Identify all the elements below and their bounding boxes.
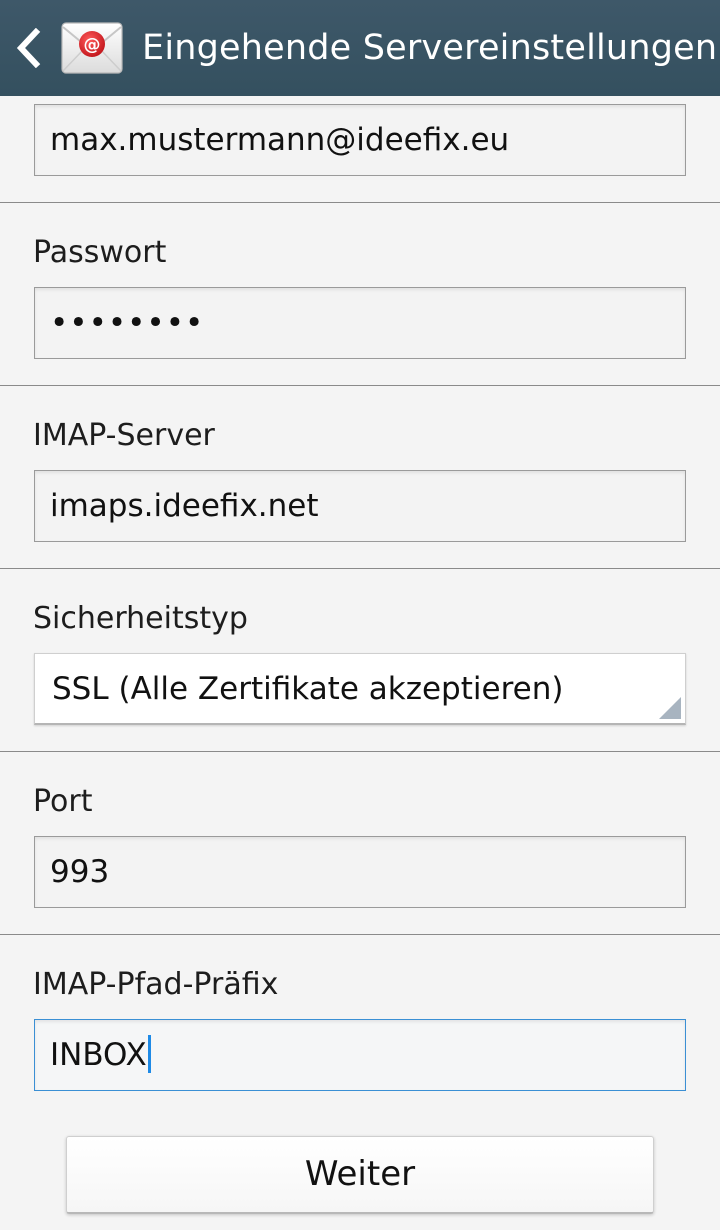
username-field[interactable]: max.mustermann@ideefix.eu xyxy=(34,104,686,176)
button-bar: Weiter xyxy=(0,1117,720,1230)
chevron-left-icon[interactable] xyxy=(14,28,42,68)
security-type-value: SSL (Alle Zertifikate akzeptieren) xyxy=(52,671,564,707)
action-bar: @ Eingehende Servereinstellungen xyxy=(0,0,720,96)
svg-text:@: @ xyxy=(84,35,101,55)
imap-prefix-value: INBOX xyxy=(50,1037,147,1073)
email-app-icon[interactable]: @ xyxy=(60,19,124,77)
imap-prefix-label: IMAP-Pfad-Präfix xyxy=(33,967,279,1002)
divider xyxy=(0,385,720,386)
password-label: Passwort xyxy=(33,235,167,270)
divider xyxy=(0,751,720,752)
divider xyxy=(0,568,720,569)
text-caret xyxy=(147,1034,151,1073)
next-button[interactable]: Weiter xyxy=(66,1136,654,1214)
imap-prefix-field[interactable]: INBOX xyxy=(34,1019,686,1091)
divider xyxy=(0,202,720,203)
password-field[interactable]: •••••••• xyxy=(34,287,686,359)
page-title: Eingehende Servereinstellungen xyxy=(142,28,718,68)
settings-form: max.mustermann@ideefix.eu Passwort •••••… xyxy=(0,96,720,1230)
port-label: Port xyxy=(33,784,93,819)
security-type-dropdown[interactable]: SSL (Alle Zertifikate akzeptieren) xyxy=(34,653,686,725)
divider xyxy=(0,934,720,935)
port-field[interactable]: 993 xyxy=(34,836,686,908)
dropdown-corner-icon xyxy=(659,697,681,719)
security-type-label: Sicherheitstyp xyxy=(33,601,248,636)
imap-server-field[interactable]: imaps.ideefix.net xyxy=(34,470,686,542)
imap-server-label: IMAP-Server xyxy=(33,418,215,453)
